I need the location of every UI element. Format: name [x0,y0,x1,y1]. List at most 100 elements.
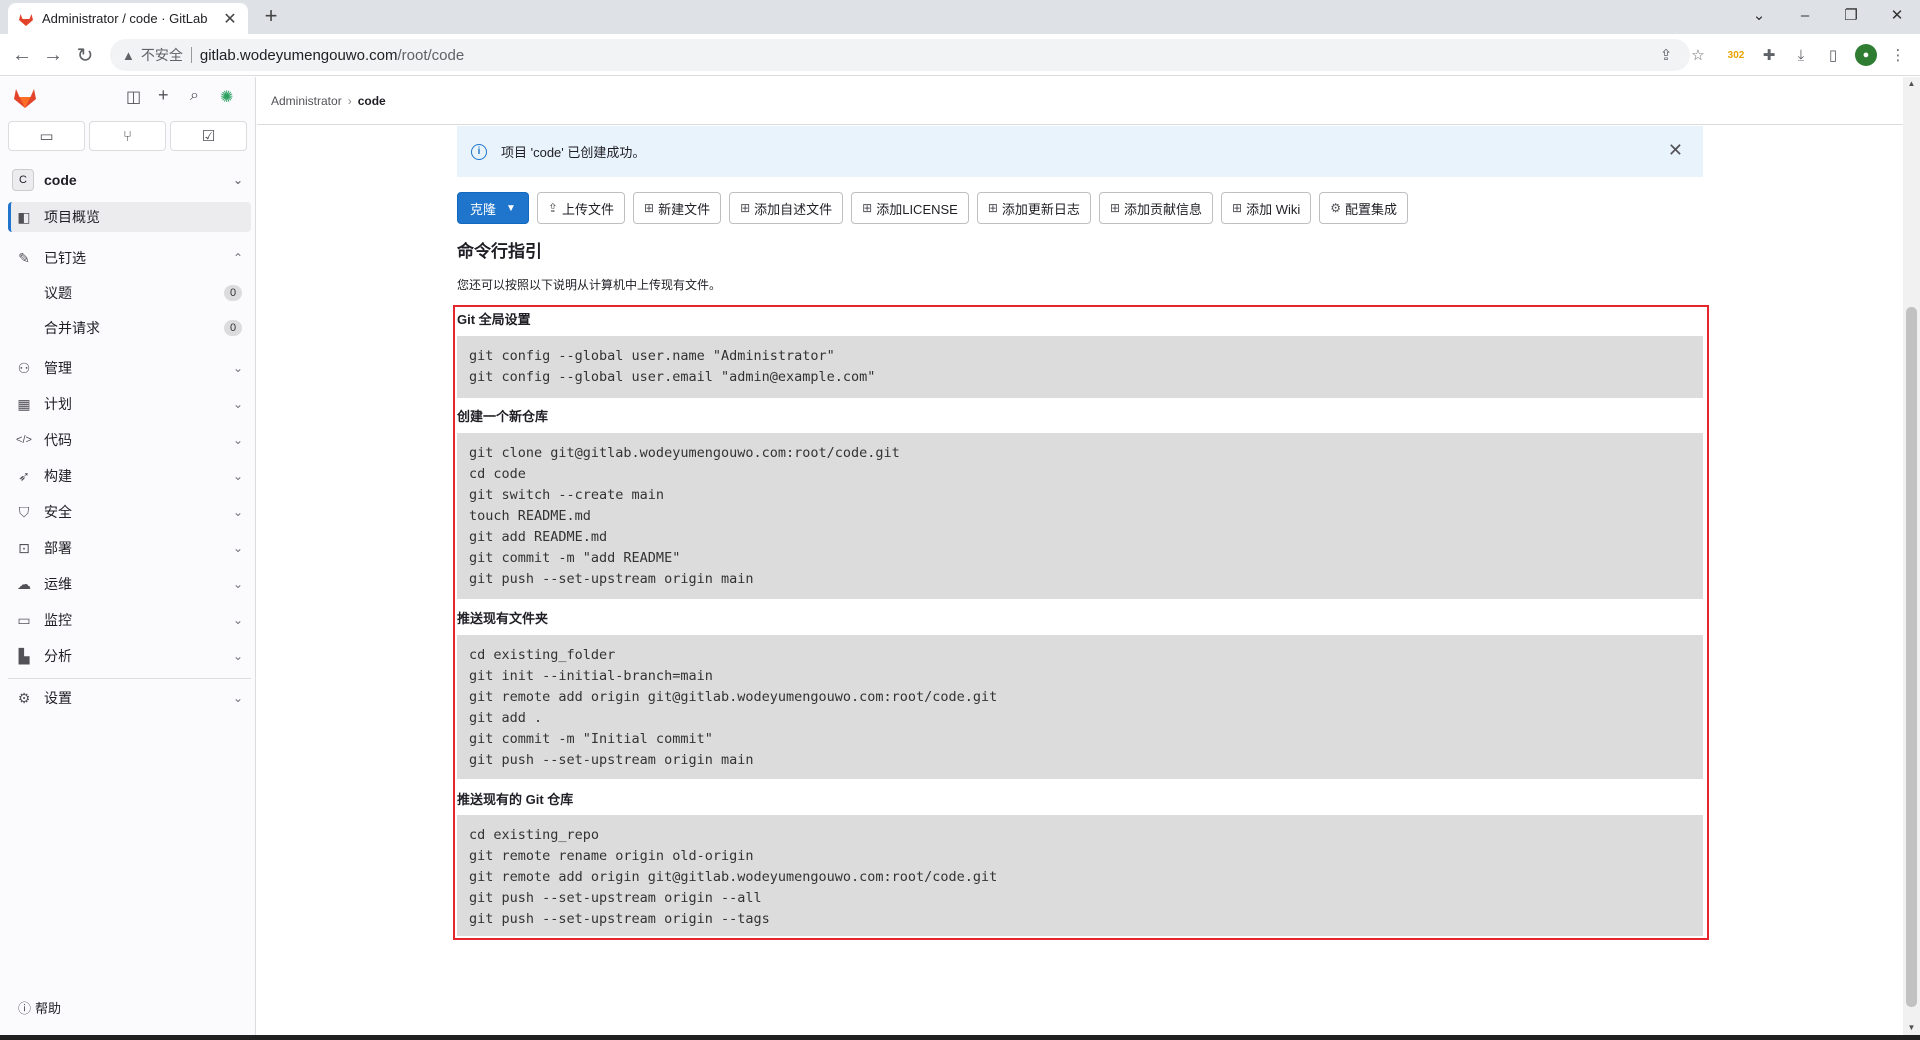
button-label: 添加 Wiki [1246,201,1301,217]
scroll-down-icon[interactable]: ▼ [1903,1021,1920,1035]
button-label: 添加自述文件 [754,201,833,217]
button-label: 添加LICENSE [876,201,958,217]
new-tab-button[interactable]: + [258,4,284,30]
sidebar-item-label: 安全 [44,504,72,520]
sidebar-item-settings[interactable]: ⚙ 设置 ⌄ [8,683,251,713]
code-block-global-setup[interactable]: git config --global user.name "Administr… [457,336,1703,398]
alert-text: 项目 'code' 已创建成功。 [501,145,646,160]
sidebar-item-label: 分析 [44,648,72,664]
tab-search-icon[interactable]: ⌄ [1736,0,1782,30]
sidebar-item-label: 已钉选 [44,250,86,266]
sidebar-item-plan[interactable]: ▦ 计划 ⌄ [8,389,251,419]
chart-icon: ▙ [18,647,30,664]
page-scrollbar[interactable]: ▲ ▼ [1903,77,1920,1035]
scroll-up-icon[interactable]: ▲ [1903,77,1920,91]
pin-icon: ✎ [18,249,30,266]
code-icon: </> [16,434,32,446]
button-label: 添加贡献信息 [1124,201,1203,217]
sidebar-item-manage[interactable]: ⚇ 管理 ⌄ [8,353,251,383]
sidebar-item-analyze[interactable]: ▙ 分析 ⌄ [8,641,251,671]
add-wiki-button[interactable]: ⊞ 添加 Wiki [1221,192,1312,224]
plus-square-icon: ⊞ [1109,201,1120,215]
warning-icon: ▲ [122,47,135,63]
code-block-existing-folder[interactable]: cd existing_folder git init --initial-br… [457,635,1703,779]
chevron-down-icon: ⌄ [232,691,243,705]
collapse-sidebar-icon[interactable]: ◫ [126,87,141,107]
project-switcher[interactable]: C code ⌄ [0,161,255,199]
help-icon: ⓘ [18,1001,32,1016]
configure-integrations-button[interactable]: ⚙ 配置集成 [1319,192,1409,224]
plus-square-icon: ⊞ [740,201,751,215]
sidebar-item-label: 计划 [44,396,72,412]
breadcrumb-current[interactable]: code [358,94,386,108]
instructions-intro: 您还可以按照以下说明从计算机中上传现有文件。 [457,278,722,292]
code-block-new-repo[interactable]: git clone git@gitlab.wodeyumengouwo.com:… [457,433,1703,599]
add-license-button[interactable]: ⊞ 添加LICENSE [851,192,969,224]
chevron-down-icon: ▼ [506,202,516,214]
gear-icon: ⚙ [1330,201,1342,215]
chevron-down-icon: ⌄ [232,613,243,627]
chevron-down-icon: ⌄ [232,649,243,663]
bookmark-star-icon[interactable]: ☆ [1687,44,1709,66]
close-icon[interactable]: ✕ [1668,140,1683,161]
close-window-icon[interactable]: ✕ [1874,0,1920,30]
profile-avatar[interactable]: ● [1855,44,1877,66]
share-icon[interactable]: ⇪ [1655,44,1677,66]
back-icon[interactable]: ← [9,42,35,68]
gear-icon: ⚙ [17,689,31,706]
restore-icon[interactable]: ❐ [1828,0,1874,30]
reload-icon[interactable]: ↻ [72,42,98,68]
add-changelog-button[interactable]: ⊞ 添加更新日志 [976,192,1091,224]
sidebar-item-build[interactable]: ➶ 构建 ⌄ [8,461,251,491]
sidebar-item-deploy[interactable]: ⊡ 部署 ⌄ [8,533,251,563]
minimize-icon[interactable]: – [1782,0,1828,30]
chevron-down-icon: ⌄ [232,397,243,411]
forward-icon[interactable]: → [40,42,66,68]
calendar-icon: ▦ [17,395,31,412]
address-bar[interactable]: ▲ 不安全 gitlab.wodeyumengouwo.com/root/cod… [110,39,1690,71]
sidebar-item-label: 管理 [44,360,72,376]
upload-file-button[interactable]: ⇪ 上传文件 [536,192,625,224]
issues-icon[interactable]: ▭ [8,121,85,151]
merge-requests-icon[interactable]: ⑂ [89,121,166,151]
scrollbar-thumb[interactable] [1906,307,1917,1007]
sidebar-item-code[interactable]: </> 代码 ⌄ [8,425,251,455]
sidebar-item-secure[interactable]: ⛉ 安全 ⌄ [8,497,251,527]
count-badge: 0 [224,320,242,336]
new-file-button[interactable]: ⊞ 新建文件 [633,192,722,224]
sidebar-item-issues[interactable]: 议题 0 [44,278,242,308]
create-new-icon[interactable]: + [158,85,169,106]
sidebar-item-overview[interactable]: ◧ 项目概览 [8,202,251,232]
side-panel-icon[interactable]: ▯ [1822,44,1844,66]
help-button[interactable]: ⓘ 帮助 [18,998,61,1017]
sidebar-item-pinned[interactable]: ✎ 已钉选 ⌃ [8,243,251,273]
sidebar-item-label: 项目概览 [44,209,100,225]
extension-302-icon[interactable]: 302 [1725,44,1747,66]
plus-square-icon: ⊞ [862,201,873,215]
chevron-down-icon: ⌄ [232,505,243,519]
project-avatar: C [12,169,34,191]
add-contributing-button[interactable]: ⊞ 添加贡献信息 [1098,192,1214,224]
user-avatar-icon[interactable]: ✺ [220,87,233,107]
search-icon[interactable]: ⌕ [190,87,199,105]
browser-menu-icon[interactable]: ⋮ [1887,44,1909,66]
os-taskbar [0,1035,1920,1040]
sidebar-item-operate[interactable]: ☁ 运维 ⌄ [8,569,251,599]
browser-tab[interactable]: Administrator / code · GitLab ✕ [8,3,248,34]
plus-square-icon: ⊞ [644,201,655,215]
breadcrumb-parent[interactable]: Administrator [271,94,342,108]
sidebar-item-merge-requests[interactable]: 合并请求 0 [44,313,242,343]
todo-icon[interactable]: ☑ [170,121,247,151]
close-tab-icon[interactable]: ✕ [222,9,238,29]
download-icon[interactable]: ⤓ [1790,44,1812,66]
add-readme-button[interactable]: ⊞ 添加自述文件 [729,192,844,224]
chevron-down-icon: ⌄ [232,433,243,447]
project-name: code [44,172,77,188]
gitlab-logo-icon[interactable] [12,84,38,110]
code-block-existing-repo[interactable]: cd existing_repo git remote rename origi… [457,815,1703,936]
extensions-puzzle-icon[interactable]: ✚ [1758,44,1780,66]
section-title-existing-folder: 推送现有文件夹 [457,611,549,626]
sidebar-item-monitor[interactable]: ▭ 监控 ⌄ [8,605,251,635]
clone-button[interactable]: 克隆 ▼ [457,192,529,224]
deploy-icon: ⊡ [18,539,30,556]
